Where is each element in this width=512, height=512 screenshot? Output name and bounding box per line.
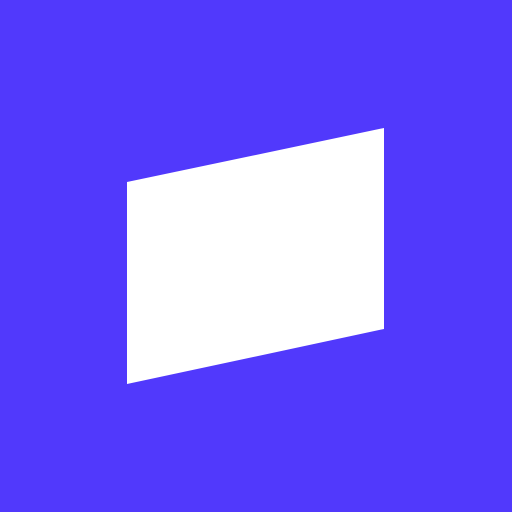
app-icon xyxy=(0,0,512,512)
parallelogram-logo-icon xyxy=(0,0,512,512)
